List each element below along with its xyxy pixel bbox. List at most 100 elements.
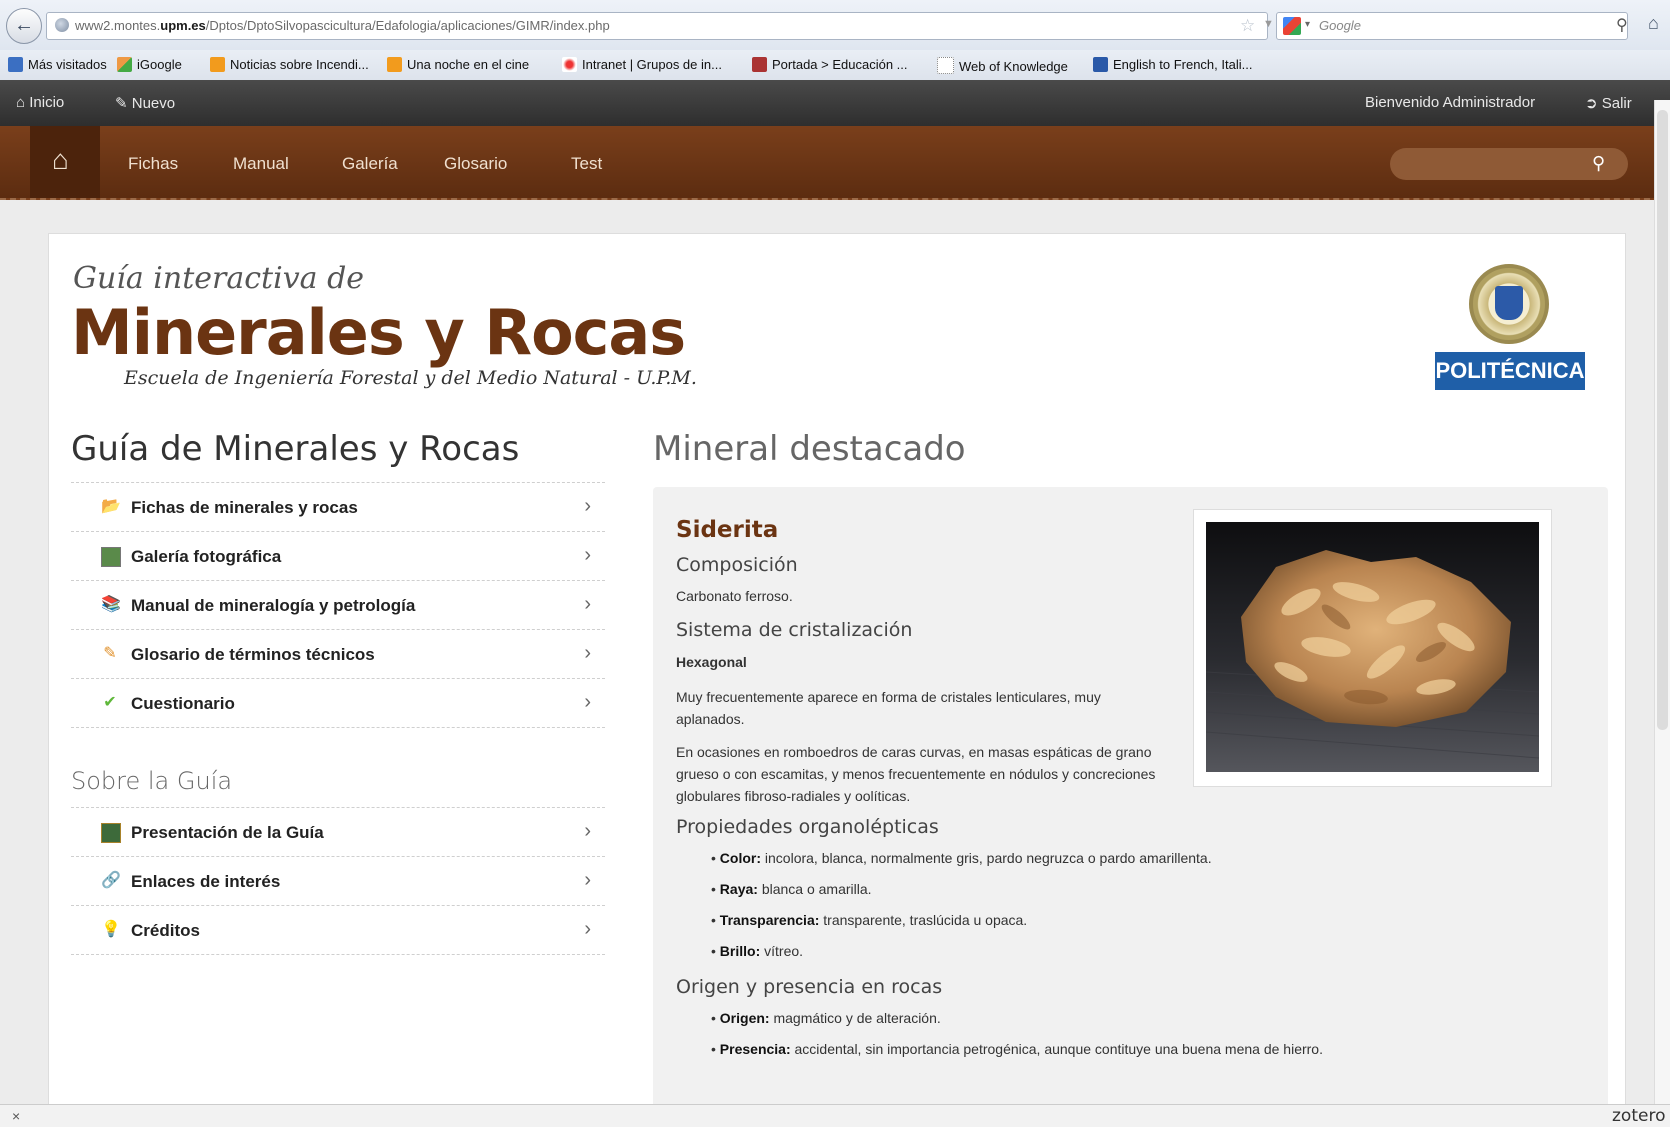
back-button[interactable]: ← bbox=[6, 8, 42, 44]
lightbulb-icon: 💡 bbox=[101, 921, 121, 938]
menu-item-presentacion[interactable]: Presentación de la Guía › bbox=[71, 807, 605, 857]
scrollbar-thumb[interactable] bbox=[1657, 110, 1668, 730]
crystal-heading: Sistema de cristalización bbox=[676, 619, 913, 641]
bookmark-noticias[interactable]: Noticias sobre Incendi... bbox=[210, 57, 369, 72]
nav-manual[interactable]: Manual bbox=[233, 154, 289, 174]
menu-item-label: Enlaces de interés bbox=[131, 872, 281, 891]
origin-heading: Origen y presencia en rocas bbox=[676, 976, 943, 998]
bookmark-una-noche[interactable]: Una noche en el cine bbox=[387, 57, 529, 72]
upm-seal-icon bbox=[1469, 264, 1549, 344]
bookmark-icon bbox=[562, 57, 577, 72]
bookmark-web-of-knowledge[interactable]: Web of Knowledge bbox=[937, 57, 1068, 74]
inicio-label: Inicio bbox=[29, 94, 65, 111]
presentation-icon bbox=[101, 823, 121, 843]
menu-item-label: Glosario de términos técnicos bbox=[131, 645, 375, 664]
menu-item-galeria[interactable]: Galería fotográfica › bbox=[71, 531, 605, 581]
bookmark-igoogle[interactable]: iGoogle bbox=[117, 57, 182, 72]
menu-item-glosario[interactable]: ✎ Glosario de términos técnicos › bbox=[71, 629, 605, 679]
welcome-text: Bienvenido Administrador bbox=[1365, 94, 1536, 111]
bookmark-mas-visitados[interactable]: Más visitados bbox=[8, 57, 107, 72]
bookmark-label: Web of Knowledge bbox=[959, 59, 1068, 74]
chevron-right-icon: › bbox=[584, 642, 591, 664]
menu-item-fichas[interactable]: 📂 Fichas de minerales y rocas › bbox=[71, 482, 605, 532]
properties-heading: Propiedades organolépticas bbox=[676, 816, 939, 838]
property-value: blanca o amarilla. bbox=[761, 881, 872, 897]
chevron-right-icon: › bbox=[584, 918, 591, 940]
chevron-right-icon: › bbox=[584, 691, 591, 713]
bookmark-label: English to French, Itali... bbox=[1113, 57, 1253, 72]
menu-item-label: Presentación de la Guía bbox=[131, 823, 324, 842]
origin-key: Presencia: bbox=[719, 1041, 791, 1057]
inicio-link[interactable]: ⌂ Inicio bbox=[16, 94, 64, 111]
menu-item-cuestionario[interactable]: ✔ Cuestionario › bbox=[71, 678, 605, 728]
mineral-name[interactable]: Siderita bbox=[676, 517, 778, 543]
browser-search-placeholder: Google bbox=[1319, 18, 1361, 33]
nav-glosario[interactable]: Glosario bbox=[444, 154, 507, 174]
upm-logo-label: POLITÉCNICA bbox=[1435, 352, 1585, 390]
crystal-value: Hexagonal bbox=[676, 654, 747, 670]
chevron-down-icon[interactable]: ▾ bbox=[1305, 19, 1310, 30]
salir-link[interactable]: ➲ Salir bbox=[1585, 94, 1632, 112]
property-brillo: • Brillo: vítreo. bbox=[711, 943, 804, 959]
home-icon[interactable]: ⌂ bbox=[1648, 13, 1659, 34]
chevron-right-icon: › bbox=[584, 495, 591, 517]
search-icon[interactable]: ⚲ bbox=[1616, 15, 1628, 35]
admin-topbar: ⌂ Inicio ✎ Nuevo Bienvenido Administrado… bbox=[0, 80, 1670, 126]
browser-search-field[interactable]: ▾ Google bbox=[1276, 12, 1628, 40]
menu-item-label: Cuestionario bbox=[131, 694, 235, 713]
bookmark-star-icon[interactable]: ☆ bbox=[1240, 16, 1255, 36]
url-bar[interactable]: www2.montes.upm.es/Dptos/DptoSilvopascic… bbox=[46, 12, 1298, 40]
menu-item-manual[interactable]: 📚 Manual de mineralogía y petrología › bbox=[71, 580, 605, 630]
bookmark-icon bbox=[937, 57, 954, 74]
bookmark-portada[interactable]: Portada > Educación ... bbox=[752, 57, 908, 72]
origin-value: accidental, sin importancia petrogénica,… bbox=[794, 1041, 1323, 1057]
property-transparencia: • Transparencia: transparente, traslúcid… bbox=[711, 912, 1028, 928]
nav-home-button[interactable]: ⌂ bbox=[30, 126, 100, 198]
pencil-icon: ✎ bbox=[115, 95, 128, 112]
bookmark-label: Noticias sobre Incendi... bbox=[230, 57, 369, 72]
bookmark-label: iGoogle bbox=[137, 57, 182, 72]
composition-text: Carbonato ferroso. bbox=[676, 588, 793, 604]
origin-key: Origen: bbox=[719, 1010, 770, 1026]
property-key: Brillo: bbox=[719, 943, 761, 959]
origin-item: • Origen: magmático y de alteración. bbox=[711, 1010, 941, 1026]
rss-icon bbox=[210, 57, 225, 72]
main-card: Guía interactiva de Minerales y Rocas Es… bbox=[48, 233, 1626, 1127]
main-nav: ⌂ Fichas Manual Galería Glosario Test ⚲ bbox=[0, 126, 1670, 200]
history-dropdown-icon[interactable]: ▼ bbox=[1263, 18, 1274, 30]
logo-subtitle: Escuela de Ingeniería Forestal y del Med… bbox=[124, 367, 697, 389]
property-value: vítreo. bbox=[764, 943, 804, 959]
bookmark-label: Más visitados bbox=[28, 57, 107, 72]
bookmark-icon bbox=[752, 57, 767, 72]
chevron-right-icon: › bbox=[584, 544, 591, 566]
books-icon: 📚 bbox=[101, 596, 121, 613]
bookmark-label: Intranet | Grupos de in... bbox=[582, 57, 722, 72]
nav-test[interactable]: Test bbox=[571, 154, 602, 174]
search-icon[interactable]: ⚲ bbox=[1592, 153, 1605, 174]
nuevo-link[interactable]: ✎ Nuevo bbox=[115, 94, 175, 112]
logo-main-title: Minerales y Rocas bbox=[71, 296, 686, 369]
page-scrollbar[interactable] bbox=[1654, 100, 1670, 1104]
site-search-input[interactable]: ⚲ bbox=[1390, 148, 1628, 180]
crystal-desc-1: Muy frecuentemente aparece en forma de c… bbox=[676, 689, 1101, 727]
nav-galeria[interactable]: Galería bbox=[342, 154, 398, 174]
bookmarks-toolbar: Más visitados iGoogle Noticias sobre Inc… bbox=[0, 50, 1670, 81]
upm-shield-icon bbox=[1495, 286, 1523, 320]
featured-mineral-box: Siderita Composición Carbonato ferroso. … bbox=[653, 487, 1608, 1127]
zotero-button[interactable]: zotero bbox=[1612, 1106, 1665, 1126]
nav-fichas[interactable]: Fichas bbox=[128, 154, 178, 174]
about-title: Sobre la Guía bbox=[71, 767, 233, 795]
bookmark-intranet[interactable]: Intranet | Grupos de in... bbox=[562, 57, 722, 72]
bookmark-wordreference[interactable]: English to French, Itali... bbox=[1093, 57, 1252, 72]
checkmark-icon: ✔ bbox=[103, 694, 117, 711]
origin-value: magmático y de alteración. bbox=[773, 1010, 941, 1026]
property-key: Transparencia: bbox=[719, 912, 820, 928]
salir-label: Salir bbox=[1601, 95, 1632, 112]
logo-script-title: Guía interactiva de bbox=[73, 261, 365, 296]
mineral-photo bbox=[1206, 522, 1539, 772]
menu-item-enlaces[interactable]: 🔗 Enlaces de interés › bbox=[71, 856, 605, 906]
mineral-photo-frame[interactable] bbox=[1193, 509, 1552, 787]
menu-item-creditos[interactable]: 💡 Créditos › bbox=[71, 905, 605, 955]
picture-icon bbox=[101, 547, 121, 567]
close-icon[interactable]: × bbox=[12, 1108, 20, 1124]
